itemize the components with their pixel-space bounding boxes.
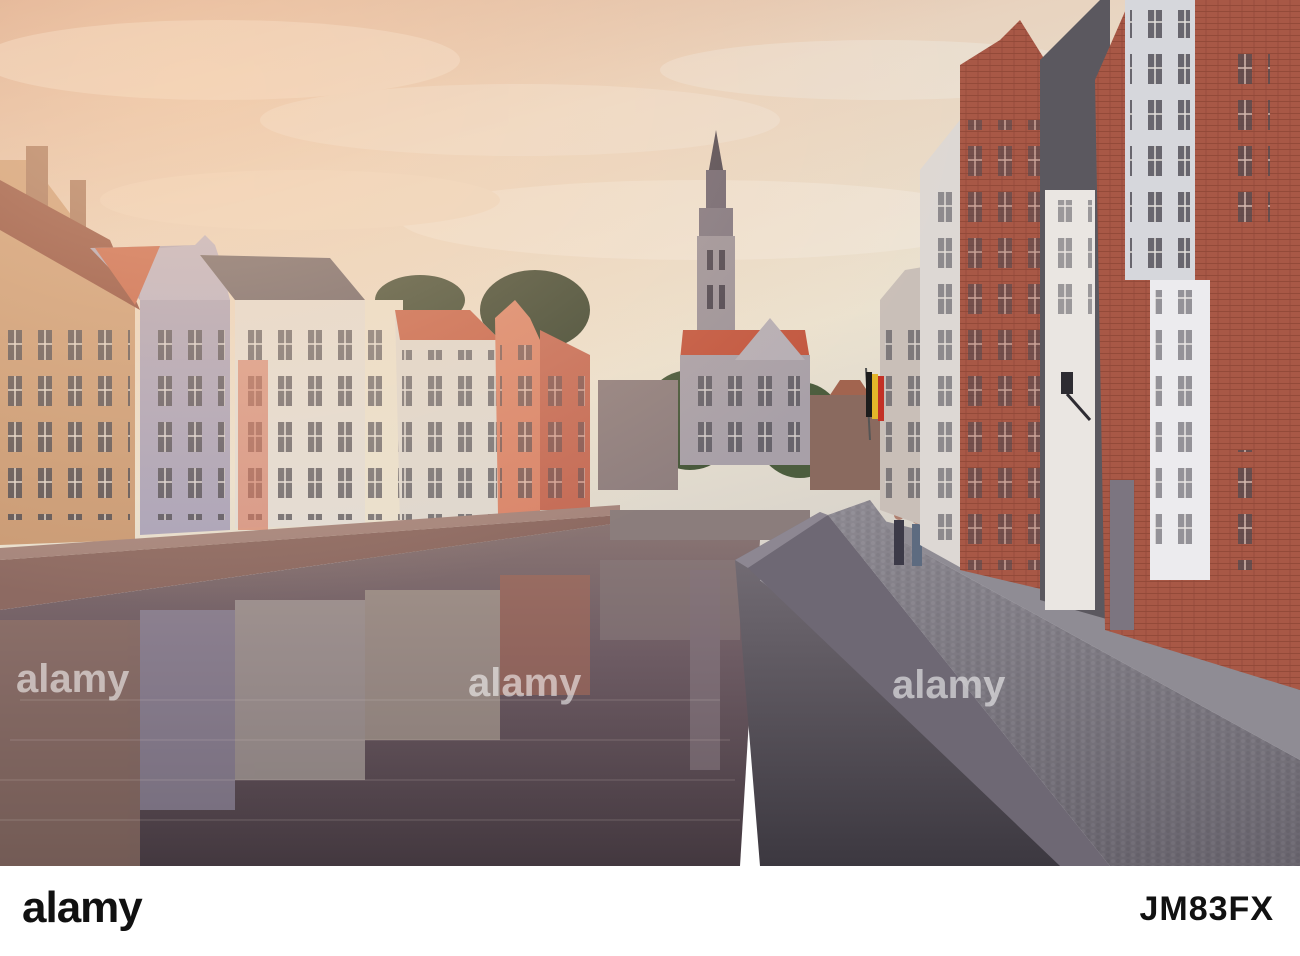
watermark-left: alamy — [16, 657, 130, 701]
photo-canvas: alamy alamy alamy — [0, 0, 1300, 866]
photo: alamy alamy alamy — [0, 0, 1300, 866]
stock-footer: alamy JM83FX — [0, 866, 1300, 956]
watermark-right: alamy — [892, 663, 1006, 707]
sunset-glow — [0, 0, 1300, 866]
image-id: JM83FX — [1139, 890, 1274, 928]
image-id-bar: JM83FX — [0, 888, 1300, 928]
watermark-center: alamy — [468, 661, 582, 705]
